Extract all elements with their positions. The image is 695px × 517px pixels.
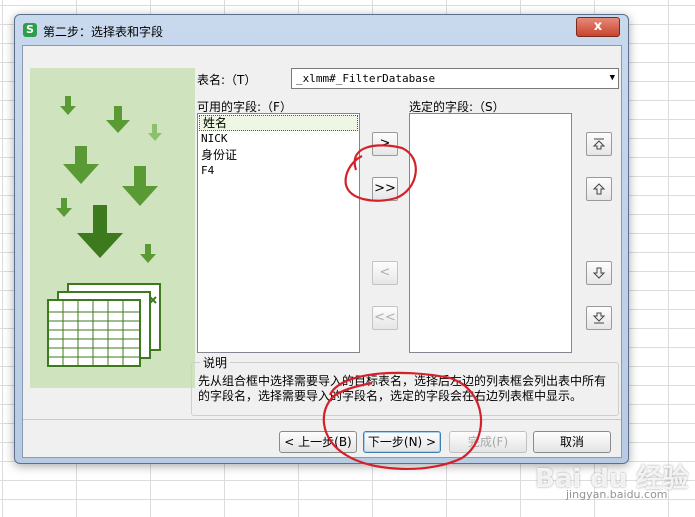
- description-title: 说明: [200, 354, 231, 371]
- title-bar[interactable]: S 第二步：选择表和字段 x: [15, 15, 628, 45]
- cancel-button[interactable]: 取消: [533, 431, 611, 453]
- next-button[interactable]: 下一步(N) >: [363, 431, 441, 453]
- remove-all-fields-button[interactable]: <<: [372, 306, 398, 330]
- selected-fields-list[interactable]: [409, 113, 572, 353]
- table-name-label: 表名:（T）: [197, 73, 257, 87]
- move-bottom-icon: [592, 312, 606, 324]
- move-up-icon: [592, 183, 606, 195]
- description-text: 先从组合框中选择需要导入的目标表名，选择后左边的列表框会列出表中所有的字段名，选…: [198, 374, 607, 403]
- available-fields-list[interactable]: 姓名 NICK 身份证 F4: [197, 113, 360, 353]
- move-to-bottom-button[interactable]: [586, 306, 612, 330]
- dropdown-arrow-icon[interactable]: ▼: [606, 69, 615, 88]
- baidu-watermark-url: jingyan.baidu.com: [566, 488, 668, 501]
- previous-button[interactable]: < 上一步(B): [279, 431, 357, 453]
- list-item[interactable]: 姓名: [199, 115, 358, 131]
- add-field-button[interactable]: >: [372, 132, 398, 156]
- import-illustration: [30, 68, 195, 388]
- move-top-icon: [592, 138, 606, 150]
- wps-app-icon: S: [23, 23, 37, 37]
- list-item[interactable]: 身份证: [198, 147, 359, 163]
- list-item[interactable]: NICK: [198, 131, 359, 147]
- table-name-value: _xlmm#_FilterDatabase: [296, 72, 436, 85]
- list-item[interactable]: F4: [198, 163, 359, 179]
- add-all-fields-button[interactable]: >>: [372, 177, 398, 201]
- move-up-button[interactable]: [586, 177, 612, 201]
- dialog-body: 表名:（T） _xlmm#_FilterDatabase ▼ 可用的字段:（F）…: [22, 45, 622, 458]
- footer-divider: [23, 419, 621, 420]
- move-to-top-button[interactable]: [586, 132, 612, 156]
- dialog-title: 第二步：选择表和字段: [43, 25, 164, 39]
- move-down-icon: [592, 267, 606, 279]
- close-button[interactable]: x: [576, 17, 620, 37]
- import-wizard-dialog: S 第二步：选择表和字段 x 表名:（T） _xlmm#_FilterDatab…: [14, 14, 629, 464]
- move-down-button[interactable]: [586, 261, 612, 285]
- download-arrows-icon: [47, 96, 162, 367]
- remove-field-button[interactable]: <: [372, 261, 398, 285]
- finish-button[interactable]: 完成(F): [449, 431, 527, 453]
- table-name-combobox[interactable]: _xlmm#_FilterDatabase ▼: [291, 68, 619, 89]
